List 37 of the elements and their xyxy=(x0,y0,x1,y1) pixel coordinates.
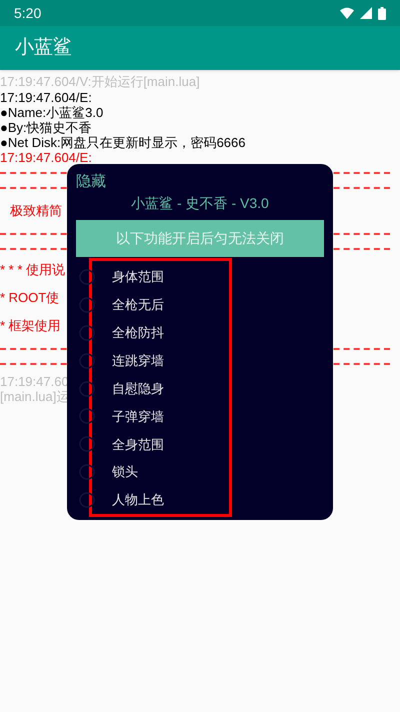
dialog-title: 小蓝鲨 - 史不香 - V3.0 xyxy=(130,194,270,213)
radio-button[interactable] xyxy=(79,436,95,452)
log-line: 17:19:47.604/E: xyxy=(0,150,92,165)
log-line: 17:19:47.604/E: xyxy=(0,90,92,105)
option-label[interactable]: 锁头 xyxy=(112,462,138,482)
battery-icon xyxy=(378,6,386,20)
radio-button[interactable] xyxy=(79,492,95,508)
log-line: 极致精简 xyxy=(10,203,62,218)
option-label[interactable]: 自慰隐身 xyxy=(112,378,164,398)
option-label[interactable]: 全身范围 xyxy=(112,434,164,454)
radio-button[interactable] xyxy=(79,464,95,480)
log-line: ●Net Disk:网盘只在更新时显示，密码6666 xyxy=(0,135,246,150)
hide-button[interactable]: 隐藏 xyxy=(76,172,106,192)
radio-button[interactable] xyxy=(79,324,95,341)
log-line: 17:19:47.60 xyxy=(0,374,69,389)
radio-button[interactable] xyxy=(79,296,95,313)
radio-button[interactable] xyxy=(79,408,95,424)
log-line: * ROOT使 xyxy=(0,290,60,305)
log-line: ●Name:小蓝鲨3.0 xyxy=(0,105,104,120)
option-label[interactable]: 子弹穿墙 xyxy=(112,406,164,426)
option-label[interactable]: 全枪防抖 xyxy=(112,322,164,342)
option-label[interactable]: 人物上色 xyxy=(112,490,164,510)
option-label[interactable]: 全枪无后 xyxy=(112,295,164,315)
radio-button[interactable] xyxy=(79,380,95,396)
log-line: * * * 使用说 xyxy=(0,262,66,277)
wifi-icon xyxy=(340,7,354,19)
notice-banner: 以下功能开启后匀无法关闭 xyxy=(76,220,324,257)
signal-icon xyxy=(360,7,372,19)
radio-button[interactable] xyxy=(79,268,95,285)
option-label[interactable]: 身体范围 xyxy=(112,267,164,287)
log-line: 17:19:47.604/V:开始运行[main.lua] xyxy=(0,74,200,89)
log-line: * 框架使用 xyxy=(0,318,61,333)
radio-button[interactable] xyxy=(79,352,95,369)
option-label[interactable]: 连跳穿墙 xyxy=(112,350,164,370)
app-title: 小蓝鲨 xyxy=(15,36,72,60)
status-time: 5:20 xyxy=(14,4,42,22)
log-line: ●By:快猫史不香 xyxy=(0,120,92,135)
